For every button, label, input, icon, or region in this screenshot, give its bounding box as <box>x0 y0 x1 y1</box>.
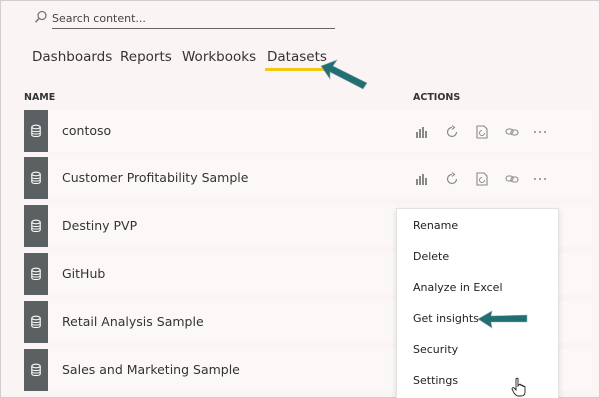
schedule-refresh-icon[interactable] <box>475 171 489 186</box>
tab-reports[interactable]: Reports <box>120 49 172 71</box>
link-icon[interactable] <box>505 124 519 138</box>
menu-item-get-insights[interactable]: Get insights <box>413 312 479 325</box>
tab-dashboards[interactable]: Dashboards <box>32 49 112 71</box>
database-icon <box>24 205 48 247</box>
table-row[interactable]: Customer Profitability Sample <box>24 157 592 199</box>
refresh-icon[interactable] <box>445 124 459 138</box>
menu-item-settings[interactable]: Settings <box>413 374 458 387</box>
menu-item-rename[interactable]: Rename <box>413 219 458 232</box>
context-menu: Rename Delete Analyze in Excel Get insig… <box>396 208 559 398</box>
dataset-name[interactable]: Retail Analysis Sample <box>62 314 204 329</box>
menu-item-analyze-in-excel[interactable]: Analyze in Excel <box>413 281 503 294</box>
dataset-name[interactable]: contoso <box>62 123 111 138</box>
search-icon <box>34 10 47 23</box>
database-icon <box>24 157 48 199</box>
table-row[interactable]: contoso <box>24 110 592 152</box>
column-header-name: NAME <box>24 92 56 103</box>
dataset-name[interactable]: Customer Profitability Sample <box>62 170 248 185</box>
menu-item-delete[interactable]: Delete <box>413 250 449 263</box>
column-header-actions: ACTIONS <box>413 92 461 103</box>
annotation-arrow-datasets <box>320 59 368 90</box>
dataset-name[interactable]: GitHub <box>62 266 105 281</box>
database-icon <box>24 349 48 391</box>
more-options-icon[interactable] <box>533 171 547 185</box>
database-icon <box>24 253 48 295</box>
tab-workbooks[interactable]: Workbooks <box>182 49 256 71</box>
create-report-icon[interactable] <box>415 171 429 185</box>
menu-item-security[interactable]: Security <box>413 343 458 356</box>
more-options-icon[interactable] <box>533 124 547 138</box>
link-icon[interactable] <box>505 171 519 185</box>
dataset-name[interactable]: Destiny PVP <box>62 218 137 233</box>
dataset-name[interactable]: Sales and Marketing Sample <box>62 362 240 377</box>
database-icon <box>24 110 48 152</box>
annotation-arrow-get-insights <box>477 310 528 329</box>
database-icon <box>24 301 48 343</box>
create-report-icon[interactable] <box>415 124 429 138</box>
hand-pointer-icon <box>511 377 526 397</box>
search-input[interactable] <box>52 9 335 29</box>
refresh-icon[interactable] <box>445 171 459 185</box>
schedule-refresh-icon[interactable] <box>475 124 489 139</box>
